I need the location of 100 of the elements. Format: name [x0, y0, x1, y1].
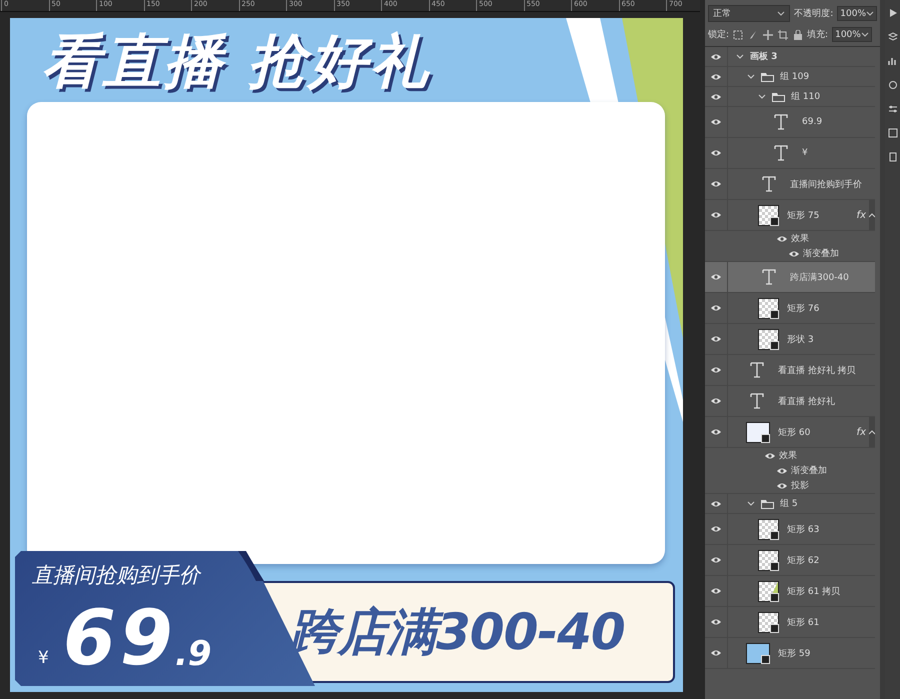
layer-row[interactable]: 矩形 63	[705, 514, 875, 545]
brush-icon[interactable]	[748, 30, 758, 40]
layer-name: 形状 3	[787, 334, 814, 346]
layer-row[interactable]: 矩形 76	[705, 293, 875, 324]
panel-icon[interactable]	[888, 128, 898, 138]
lock-icon[interactable]	[793, 30, 804, 40]
effects-label: 效果	[791, 233, 809, 245]
play-icon[interactable]	[888, 8, 898, 18]
layer-row[interactable]: 矩形 62	[705, 545, 875, 576]
layer-name: 组 110	[791, 90, 820, 103]
opacity-label: 不透明度:	[794, 8, 834, 20]
layer-row[interactable]: 矩形 75 fx	[705, 200, 875, 231]
layer-row[interactable]: 看直播 抢好礼 拷贝	[705, 355, 875, 386]
visibility-eye-icon[interactable]	[711, 52, 721, 60]
layer-name: 矩形 61 拷贝	[787, 586, 840, 598]
effect-name: 投影	[791, 480, 809, 492]
visibility-eye-icon[interactable]	[711, 118, 721, 126]
visibility-eye-icon[interactable]	[711, 72, 721, 80]
text-layer-icon	[762, 176, 776, 192]
layer-row[interactable]: 组 5	[705, 494, 875, 514]
lock-label: 锁定:	[708, 28, 730, 41]
visibility-eye-icon[interactable]	[711, 211, 721, 219]
text-layer-icon	[762, 269, 776, 285]
circle-icon[interactable]	[888, 80, 898, 90]
layer-row[interactable]: ¥	[705, 138, 875, 169]
visibility-eye-icon[interactable]	[711, 304, 721, 312]
visibility-eye-icon[interactable]	[711, 366, 721, 374]
layer-row[interactable]: 直播间抢购到手价	[705, 169, 875, 200]
visibility-eye-icon[interactable]	[711, 149, 721, 157]
layer-name: 组 109	[780, 70, 810, 83]
price-caption: 直播间抢购到手价	[32, 562, 200, 589]
layer-thumbnail	[758, 518, 779, 540]
layer-row[interactable]: 矩形 61 拷贝	[705, 576, 875, 607]
layer-row[interactable]: 组 110	[705, 87, 875, 107]
layer-row[interactable]: 跨店满300-40	[705, 262, 875, 293]
visibility-eye-icon[interactable]	[711, 335, 721, 343]
promo-text: 跨店满300-40	[289, 602, 625, 662]
crop-icon[interactable]	[778, 30, 788, 40]
collapse-caret-icon[interactable]	[869, 212, 875, 218]
caret-icon	[866, 10, 874, 17]
layer-name: 看直播 抢好礼 拷贝	[778, 364, 856, 376]
chevron-icon[interactable]	[758, 92, 766, 100]
visibility-eye-icon[interactable]	[711, 649, 721, 657]
visibility-eye-icon[interactable]	[777, 234, 787, 242]
chevron-icon[interactable]	[747, 500, 755, 508]
visibility-eye-icon[interactable]	[711, 556, 721, 564]
visibility-eye-icon[interactable]	[789, 250, 799, 258]
visibility-eye-icon[interactable]	[711, 618, 721, 626]
layer-thumbnail	[758, 298, 779, 318]
visibility-eye-icon[interactable]	[765, 452, 775, 460]
layer-row[interactable]: 画板 3	[705, 47, 875, 67]
layer-row[interactable]: 矩形 59	[705, 638, 875, 669]
visibility-eye-icon[interactable]	[711, 525, 721, 533]
layer-row[interactable]: 看直播 抢好礼	[705, 386, 875, 417]
effect-name: 渐变叠加	[791, 464, 827, 477]
price-decimal: .9	[175, 634, 212, 674]
document-icon[interactable]	[888, 152, 898, 162]
folder-icon	[761, 498, 774, 508]
layer-name: 矩形 59	[778, 648, 810, 660]
chevron-icon[interactable]	[747, 72, 755, 80]
layers-icon[interactable]	[888, 32, 898, 42]
layer-row[interactable]: 形状 3	[705, 324, 875, 355]
visibility-eye-icon[interactable]	[711, 587, 721, 595]
fill-field[interactable]: 100%	[832, 27, 872, 42]
layer-name: 矩形 75	[787, 210, 820, 222]
text-layer-icon	[750, 362, 764, 378]
layer-row[interactable]: 69.9	[705, 107, 875, 138]
blend-mode-dropdown[interactable]: 正常	[708, 5, 790, 22]
visibility-eye-icon[interactable]	[711, 92, 721, 100]
layer-name: 矩形 61	[787, 616, 820, 628]
layer-thumbnail	[758, 328, 779, 350]
visibility-eye-icon[interactable]	[777, 482, 787, 490]
visibility-eye-icon[interactable]	[711, 500, 721, 508]
caret-icon	[861, 31, 870, 38]
bar-chart-icon[interactable]	[888, 56, 898, 66]
layer-name: 组 5	[780, 498, 798, 510]
chevron-icon[interactable]	[736, 52, 744, 60]
layer-name: 69.9	[802, 117, 822, 127]
text-layer-icon	[774, 145, 788, 161]
visibility-eye-icon[interactable]	[777, 466, 787, 474]
layer-thumbnail	[758, 204, 779, 226]
sliders-icon[interactable]	[888, 104, 898, 114]
effect-name: 渐变叠加	[803, 248, 839, 260]
layer-name: 直播间抢购到手价	[790, 178, 862, 190]
move-icon[interactable]	[763, 30, 774, 40]
layer-thumbnail	[758, 612, 779, 632]
lock-pixels-icon[interactable]	[733, 30, 744, 40]
layer-name: 画板 3	[750, 50, 778, 63]
visibility-eye-icon[interactable]	[711, 180, 721, 188]
layer-row[interactable]: 组 109	[705, 67, 875, 87]
visibility-eye-icon[interactable]	[711, 397, 721, 405]
collapse-caret-icon[interactable]	[869, 430, 875, 434]
visibility-eye-icon[interactable]	[711, 273, 721, 281]
text-layer-icon	[774, 114, 788, 130]
layer-row[interactable]: 矩形 61	[705, 607, 875, 638]
layer-row[interactable]: 矩形 60 fx	[705, 417, 875, 448]
text-layer-icon	[750, 393, 764, 409]
opacity-field[interactable]: 100%	[837, 6, 877, 21]
visibility-eye-icon[interactable]	[711, 428, 721, 436]
layer-name: 矩形 62	[787, 554, 820, 566]
